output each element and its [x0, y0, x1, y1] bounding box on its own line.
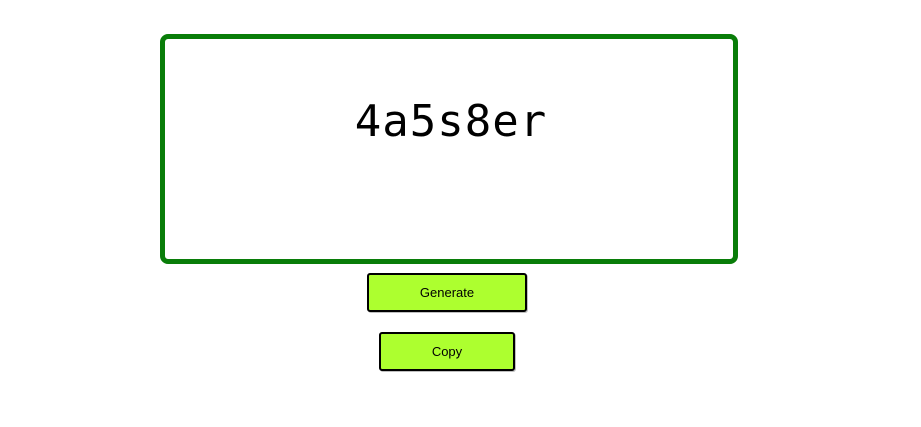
generated-code-text: 4a5s8er — [354, 95, 548, 147]
copy-button[interactable]: Copy — [379, 332, 515, 371]
generate-button[interactable]: Generate — [367, 273, 527, 312]
code-display-box: 4a5s8er — [160, 34, 738, 264]
